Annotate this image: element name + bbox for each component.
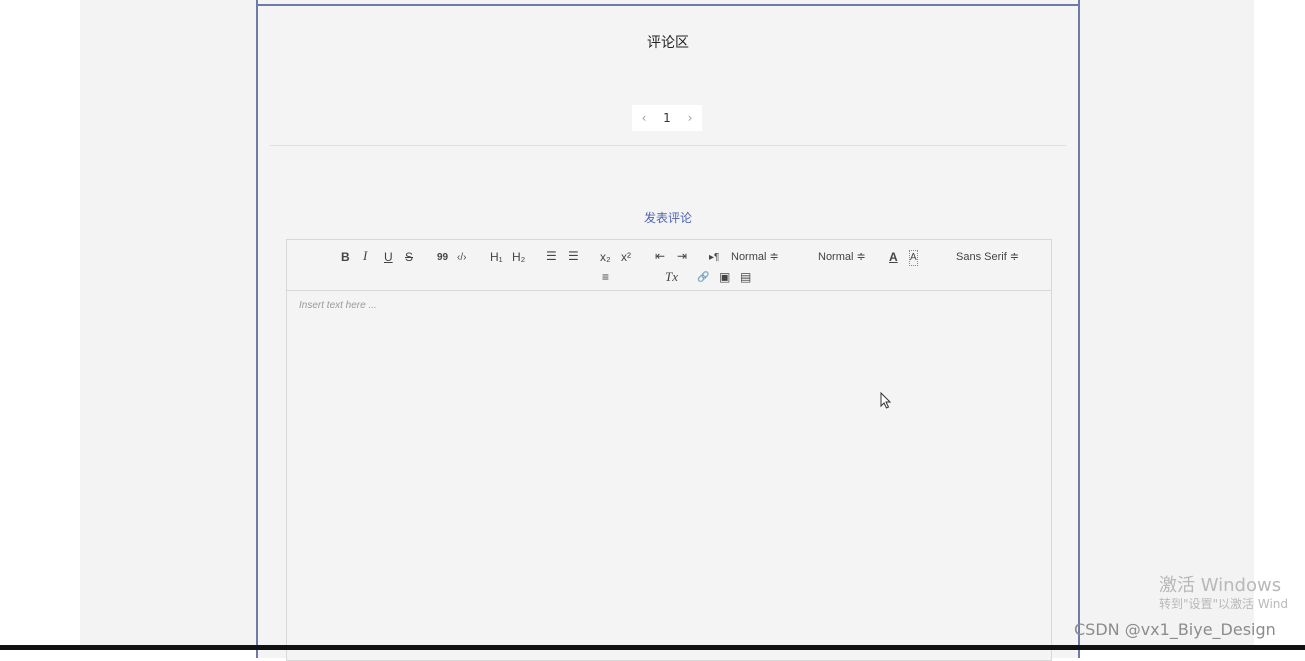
ordered-list-button[interactable]: ☰: [546, 249, 557, 263]
h2-button[interactable]: H₂: [512, 250, 525, 264]
strike-button[interactable]: S: [405, 250, 413, 264]
image-button[interactable]: ▣: [719, 270, 730, 284]
indent-button[interactable]: ⇥: [677, 249, 687, 263]
header-select[interactable]: Normal ≑: [818, 250, 866, 264]
comment-section-title: 评论区: [647, 35, 689, 51]
text-direction-button[interactable]: ▸¶: [709, 251, 719, 265]
prev-page-button[interactable]: ‹: [632, 105, 656, 131]
text-color-picker[interactable]: A: [889, 250, 898, 264]
h1-button[interactable]: H₁: [490, 250, 503, 264]
editor-toolbar: B I U S 99 ‹/› H₁ H₂ ☰ ☰ x₂ x² ⇤ ⇥ ▸¶ No…: [287, 240, 1051, 291]
page-1-button[interactable]: 1: [656, 105, 678, 131]
video-button[interactable]: ▤: [740, 270, 751, 284]
clean-format-button[interactable]: Tx: [665, 270, 678, 284]
rich-text-editor: B I U S 99 ‹/› H₁ H₂ ☰ ☰ x₂ x² ⇤ ⇥ ▸¶ No…: [286, 239, 1052, 661]
blockquote-button[interactable]: 99: [437, 251, 448, 265]
comment-card: 评论区 ‹ 1 › 发表评论 B I U S 99 ‹/› H₁ H₂ ☰ ☰ …: [256, 0, 1080, 661]
pagination: ‹ 1 ›: [632, 105, 702, 131]
mouse-cursor-icon: [880, 391, 892, 414]
background-color-picker[interactable]: A: [909, 250, 918, 266]
section-divider: [270, 145, 1066, 146]
bullet-list-button[interactable]: ☰: [568, 249, 579, 263]
screen-bottom-bar: [0, 645, 1305, 650]
italic-button[interactable]: I: [363, 249, 367, 263]
subscript-button[interactable]: x₂: [600, 250, 611, 264]
card-top-border: [258, 0, 1078, 6]
next-page-button[interactable]: ›: [678, 105, 702, 131]
size-select[interactable]: Normal ≑: [731, 250, 779, 264]
bold-button[interactable]: B: [341, 250, 350, 264]
link-button[interactable]: 🔗: [697, 271, 709, 285]
font-select[interactable]: Sans Serif ≑: [956, 250, 1019, 264]
windows-activation-title: 激活 Windows: [1159, 575, 1282, 596]
outdent-button[interactable]: ⇤: [655, 249, 665, 263]
post-comment-heading: 发表评论: [643, 211, 692, 225]
editor-placeholder: Insert text here ...: [299, 300, 377, 311]
align-button[interactable]: ≡: [602, 270, 609, 284]
editor-content-area[interactable]: Insert text here ...: [287, 291, 1051, 660]
windows-activation-subtitle: 转到"设置"以激活 Wind: [1159, 597, 1289, 611]
csdn-watermark: CSDN @vx1_Biye_Design: [1074, 620, 1276, 639]
code-block-button[interactable]: ‹/›: [457, 251, 466, 265]
underline-button[interactable]: U: [384, 250, 393, 264]
superscript-button[interactable]: x²: [621, 250, 631, 264]
